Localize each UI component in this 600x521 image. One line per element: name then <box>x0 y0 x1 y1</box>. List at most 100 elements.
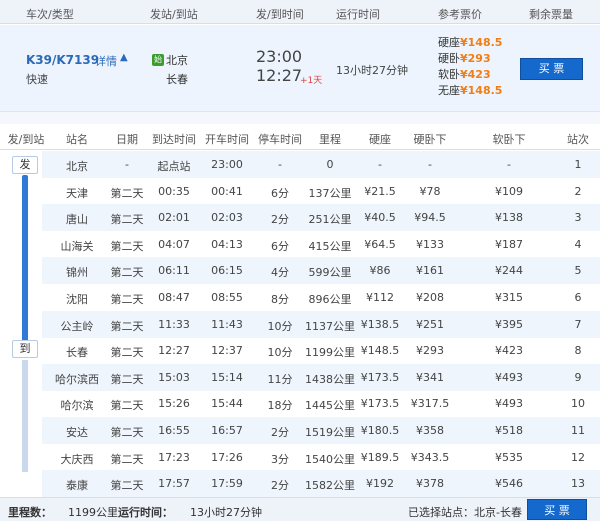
hard-sleeper-fare: ¥317.5 <box>410 397 450 411</box>
summary-footer: 里程数： 1199公里 运行时间： 13小时27分钟 已选择站点：北京-长春 买… <box>0 497 600 521</box>
station-name: 大庆西 <box>60 452 94 466</box>
stop-duration: 10分 <box>267 346 293 360</box>
stop-number: 10 <box>571 397 585 411</box>
stop-row[interactable]: 安达 第二天 16:55 16:57 2分 1519公里 ¥180.5 ¥358 ¥518 11 <box>42 417 600 444</box>
stop-duration: 6分 <box>271 186 289 200</box>
col-train-type: 车次/类型 <box>26 8 74 21</box>
stop-duration: 2分 <box>271 479 289 493</box>
station-name: 安达 <box>66 426 88 439</box>
soft-sleeper-fare: ¥423 <box>495 344 523 358</box>
soft-sleeper-fare: ¥395 <box>495 317 523 331</box>
stop-duration: 10分 <box>267 319 293 333</box>
stop-number: 7 <box>574 317 582 331</box>
soft-sleeper-fare: ¥138 <box>495 211 523 225</box>
stop-row[interactable]: 沈阳 第二天 08:47 08:55 8分 896公里 ¥112 ¥208 ¥315 6 <box>42 284 600 311</box>
stop-number: 12 <box>571 450 585 464</box>
origin-station-icon: 始 <box>152 54 164 66</box>
station-name: 天津 <box>66 186 88 200</box>
date: 第二天 <box>110 213 144 227</box>
soft-sleeper-fare: ¥109 <box>495 184 523 198</box>
distance-value: 1199公里 <box>68 506 118 519</box>
results-header: 车次/类型 发站/到站 发/到时间 运行时间 参考票价 剩余票量 <box>0 0 600 24</box>
arrive-time: 06:11 <box>158 264 190 278</box>
hard-sleeper-fare: ¥208 <box>416 291 444 304</box>
hard-seat-fare: ¥21.5 <box>364 184 396 198</box>
date: 第二天 <box>110 186 144 200</box>
detail-link[interactable]: 详情 <box>95 53 117 69</box>
stop-row[interactable]: 大庆西 第二天 17:23 17:26 3分 1540公里 ¥189.5 ¥343.5 ¥535… <box>42 444 600 471</box>
stop-row[interactable]: 泰康 第二天 17:57 17:59 2分 1582公里 ¥192 ¥378 ¥546 13 <box>42 470 600 498</box>
depart-time: 23:00 <box>211 158 243 171</box>
selected-stations: 已选择站点：北京-长春 <box>408 506 522 519</box>
hard-sleeper-fare: ¥341 <box>416 370 444 384</box>
depart-time: 02:03 <box>211 211 243 225</box>
fare-list: 硬座¥148.5 硬卧¥293 软卧¥423 无座¥148.5 <box>438 35 502 99</box>
station-name: 哈尔滨西 <box>55 372 99 386</box>
arrive-time: 02:01 <box>158 211 190 225</box>
col-stations: 发站/到站 <box>150 8 198 21</box>
stop-row[interactable]: 哈尔滨西 第二天 15:03 15:14 11分 1438公里 ¥173.5 ¥341 ¥493… <box>42 363 600 391</box>
stop-duration: 18分 <box>267 399 293 413</box>
stop-row[interactable]: 哈尔滨 第二天 15:26 15:44 18分 1445公里 ¥173.5 ¥317.5 ¥49… <box>42 390 600 417</box>
stop-row[interactable]: 公主岭 第二天 11:33 11:43 10分 1137公里 ¥138.5 ¥251 ¥395 7 <box>42 310 600 338</box>
stop-row[interactable]: 长春 第二天 12:27 12:37 10分 1199公里 ¥148.5 ¥293 ¥423 8 <box>42 337 600 364</box>
col-header: 站名 <box>66 133 88 146</box>
hard-sleeper-fare: ¥358 <box>416 424 444 437</box>
stop-row[interactable]: 天津 第二天 00:35 00:41 6分 137公里 ¥21.5 ¥78 ¥109 2 <box>42 178 600 205</box>
col-header: 到达时间 <box>152 133 196 146</box>
stop-duration: 8分 <box>271 293 289 306</box>
depart-time: 11:43 <box>211 317 243 331</box>
hard-sleeper-fare: ¥343.5 <box>410 450 450 464</box>
distance: 415公里 <box>308 239 352 253</box>
stop-number: 8 <box>574 344 582 358</box>
run-duration: 13小时27分钟 <box>336 64 408 77</box>
distance: 1199公里 <box>305 346 355 360</box>
buy-ticket-button[interactable]: 买 票 <box>520 58 583 80</box>
arrive-time: 12:27 <box>256 66 303 85</box>
stop-row[interactable]: 北京 - 起点站 23:00 - 0 - - - 1 <box>42 151 600 178</box>
fare-item: 硬座¥148.5 <box>438 36 503 49</box>
stop-row[interactable]: 唐山 第二天 02:01 02:03 2分 251公里 ¥40.5 ¥94.5 ¥138 3 <box>42 204 600 232</box>
depart-time: 15:14 <box>211 370 243 384</box>
station-name: 沈阳 <box>66 293 88 306</box>
col-header: 停车时间 <box>258 133 302 146</box>
stop-duration: 3分 <box>271 452 289 466</box>
soft-sleeper-fare: ¥493 <box>495 370 523 384</box>
arrive-time: 17:23 <box>158 450 190 464</box>
date: 第二天 <box>110 372 144 386</box>
depart-time: 00:41 <box>211 184 243 198</box>
distance: 599公里 <box>308 266 352 280</box>
to-station: 长春 <box>166 73 188 86</box>
chevron-up-icon[interactable]: ▲ <box>120 52 128 63</box>
hard-seat-fare: ¥138.5 <box>360 317 400 331</box>
date: 第二天 <box>110 426 144 439</box>
station-name: 泰康 <box>66 479 88 493</box>
date: 第二天 <box>110 239 144 253</box>
stop-row[interactable]: 锦州 第二天 06:11 06:15 4分 599公里 ¥86 ¥161 ¥244 5 <box>42 257 600 285</box>
stop-number: 2 <box>574 184 582 198</box>
stop-number: 6 <box>574 291 582 304</box>
stop-number: 13 <box>571 477 585 491</box>
stop-row[interactable]: 山海关 第二天 04:07 04:13 6分 415公里 ¥64.5 ¥133 ¥187 4 <box>42 231 600 258</box>
depart-time: 23:00 <box>256 47 303 66</box>
date: 第二天 <box>110 319 144 333</box>
distance: 1137公里 <box>305 319 355 333</box>
col-duration: 运行时间 <box>336 8 380 21</box>
station-name: 山海关 <box>60 239 94 253</box>
station-name: 北京 <box>66 160 88 173</box>
arrive-time: 11:33 <box>158 317 190 331</box>
depart-time: 12:37 <box>211 344 243 358</box>
col-header: 开车时间 <box>205 133 249 146</box>
hard-sleeper-fare: ¥161 <box>416 264 444 278</box>
hard-seat-fare: ¥148.5 <box>360 344 400 358</box>
date: 第二天 <box>110 479 144 493</box>
col-remaining: 剩余票量 <box>529 8 573 21</box>
fare-item: 硬卧¥293 <box>438 52 491 65</box>
stop-table-header: 发/到站 站名 日期 到达时间 开车时间 停车时间 里程 硬座 硬卧下 软卧下 … <box>0 124 600 150</box>
from-station: 北京 <box>166 54 188 67</box>
train-code[interactable]: K39/K7139 <box>26 53 99 67</box>
footer-buy-button[interactable]: 买 票 <box>527 499 587 520</box>
fare-item: 软卧¥423 <box>438 68 491 81</box>
station-name: 哈尔滨 <box>60 399 94 413</box>
station-name: 长春 <box>66 346 88 360</box>
